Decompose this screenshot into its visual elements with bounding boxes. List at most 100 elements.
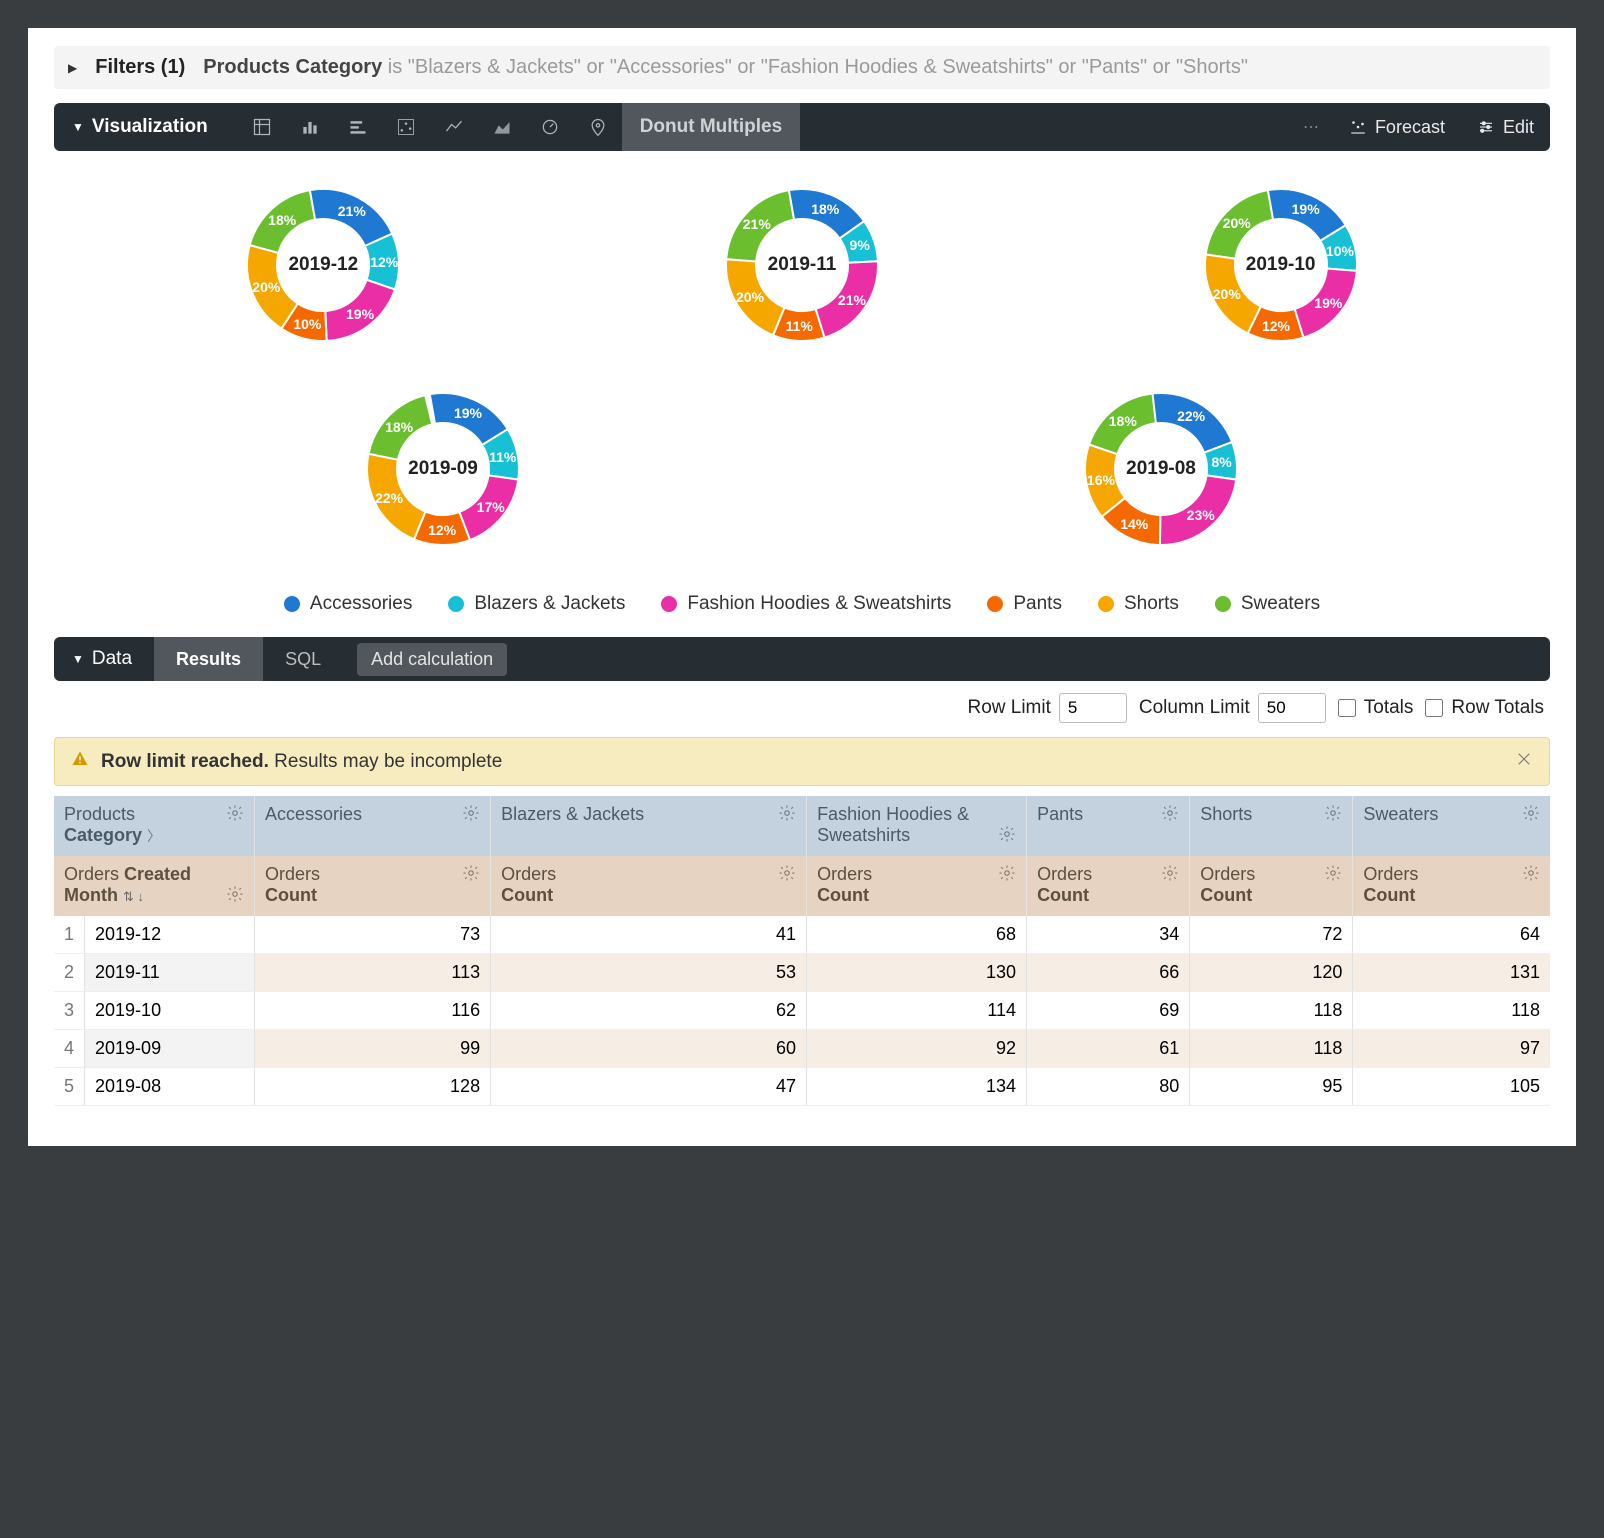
legend-item[interactable]: Blazers & Jackets xyxy=(448,593,625,615)
edit-button[interactable]: Edit xyxy=(1461,117,1550,138)
gear-icon[interactable] xyxy=(998,864,1016,887)
donut-center-label: 2019-10 xyxy=(1246,254,1316,276)
cell-value[interactable]: 99 xyxy=(255,1030,491,1068)
cell-value[interactable]: 128 xyxy=(255,1068,491,1106)
gear-icon[interactable] xyxy=(1522,804,1540,827)
more-icon[interactable]: ⋯ xyxy=(1289,117,1333,137)
table-chart-icon[interactable] xyxy=(238,103,286,151)
measure-header[interactable]: OrdersCount xyxy=(1353,856,1550,916)
slice-pct-label: 19% xyxy=(454,405,482,421)
gear-icon[interactable] xyxy=(462,864,480,887)
column-header[interactable]: Pants xyxy=(1027,796,1190,856)
measure-header[interactable]: OrdersCount xyxy=(807,856,1027,916)
cell-value[interactable]: 95 xyxy=(1190,1068,1353,1106)
pivot-header[interactable]: ProductsCategory 〉 xyxy=(54,796,255,856)
cell-value[interactable]: 113 xyxy=(255,954,491,992)
column-header[interactable]: Sweaters xyxy=(1353,796,1550,856)
slice-pct-label: 21% xyxy=(838,292,866,308)
cell-value[interactable]: 92 xyxy=(807,1030,1027,1068)
add-calculation-button[interactable]: Add calculation xyxy=(357,643,507,676)
legend-item[interactable]: Shorts xyxy=(1098,593,1179,615)
cell-value[interactable]: 34 xyxy=(1027,916,1190,954)
cell-value[interactable]: 131 xyxy=(1353,954,1550,992)
caret-down-icon[interactable]: ▼ xyxy=(54,120,92,134)
gear-icon[interactable] xyxy=(998,825,1016,848)
measure-header[interactable]: OrdersCount xyxy=(491,856,807,916)
gauge-chart-icon[interactable] xyxy=(526,103,574,151)
cell-value[interactable]: 118 xyxy=(1190,1030,1353,1068)
measure-header[interactable]: OrdersCount xyxy=(1027,856,1190,916)
row-month[interactable]: 2019-10 xyxy=(85,992,255,1030)
cell-value[interactable]: 134 xyxy=(807,1068,1027,1106)
cell-value[interactable]: 69 xyxy=(1027,992,1190,1030)
row-month[interactable]: 2019-09 xyxy=(85,1030,255,1068)
scatter-chart-icon[interactable] xyxy=(382,103,430,151)
column-header[interactable]: Accessories xyxy=(255,796,491,856)
legend-item[interactable]: Pants xyxy=(987,593,1062,615)
forecast-button[interactable]: Forecast xyxy=(1333,117,1461,138)
hbar-chart-icon[interactable] xyxy=(334,103,382,151)
filters-bar[interactable]: ▶ Filters (1) Products Category is "Blaz… xyxy=(54,46,1550,89)
row-index: 1 xyxy=(54,916,85,954)
gear-icon[interactable] xyxy=(778,804,796,827)
line-chart-icon[interactable] xyxy=(430,103,478,151)
gear-icon[interactable] xyxy=(1324,864,1342,887)
cell-value[interactable]: 68 xyxy=(807,916,1027,954)
cell-value[interactable]: 47 xyxy=(491,1068,807,1106)
data-title: Data xyxy=(92,648,154,670)
cell-value[interactable]: 130 xyxy=(807,954,1027,992)
cell-value[interactable]: 53 xyxy=(491,954,807,992)
slice-pct-label: 19% xyxy=(1314,295,1342,311)
close-icon[interactable] xyxy=(1515,750,1533,773)
cell-value[interactable]: 66 xyxy=(1027,954,1190,992)
cell-value[interactable]: 60 xyxy=(491,1030,807,1068)
cell-value[interactable]: 105 xyxy=(1353,1068,1550,1106)
donut-center-label: 2019-09 xyxy=(408,458,478,480)
row-month[interactable]: 2019-08 xyxy=(85,1068,255,1106)
tab-results[interactable]: Results xyxy=(154,637,263,681)
measure-header[interactable]: OrdersCount xyxy=(255,856,491,916)
cell-value[interactable]: 61 xyxy=(1027,1030,1190,1068)
row-month[interactable]: 2019-12 xyxy=(85,916,255,954)
gear-icon[interactable] xyxy=(226,804,244,827)
column-header[interactable]: Shorts xyxy=(1190,796,1353,856)
gear-icon[interactable] xyxy=(1324,804,1342,827)
row-totals-checkbox[interactable]: Row Totals xyxy=(1425,697,1544,719)
tab-sql[interactable]: SQL xyxy=(263,637,343,681)
gear-icon[interactable] xyxy=(1522,864,1540,887)
cell-value[interactable]: 116 xyxy=(255,992,491,1030)
cell-value[interactable]: 118 xyxy=(1190,992,1353,1030)
bar-chart-icon[interactable] xyxy=(286,103,334,151)
caret-down-icon[interactable]: ▼ xyxy=(54,652,92,666)
legend-item[interactable]: Sweaters xyxy=(1215,593,1320,615)
cell-value[interactable]: 118 xyxy=(1353,992,1550,1030)
cell-value[interactable]: 62 xyxy=(491,992,807,1030)
cell-value[interactable]: 41 xyxy=(491,916,807,954)
cell-value[interactable]: 64 xyxy=(1353,916,1550,954)
cell-value[interactable]: 120 xyxy=(1190,954,1353,992)
column-limit-input[interactable] xyxy=(1258,693,1326,723)
area-chart-icon[interactable] xyxy=(478,103,526,151)
gear-icon[interactable] xyxy=(1161,864,1179,887)
totals-checkbox[interactable]: Totals xyxy=(1338,697,1414,719)
legend-item[interactable]: Fashion Hoodies & Sweatshirts xyxy=(661,593,951,615)
legend-item[interactable]: Accessories xyxy=(284,593,412,615)
row-limit-input[interactable] xyxy=(1059,693,1127,723)
gear-icon[interactable] xyxy=(462,804,480,827)
cell-value[interactable]: 73 xyxy=(255,916,491,954)
cell-value[interactable]: 97 xyxy=(1353,1030,1550,1068)
map-chart-icon[interactable] xyxy=(574,103,622,151)
gear-icon[interactable] xyxy=(778,864,796,887)
cell-value[interactable]: 80 xyxy=(1027,1068,1190,1106)
row-month[interactable]: 2019-11 xyxy=(85,954,255,992)
cell-value[interactable]: 72 xyxy=(1190,916,1353,954)
cell-value[interactable]: 114 xyxy=(807,992,1027,1030)
dimension-header[interactable]: Orders Created Month ⇅ ↓ xyxy=(54,856,255,916)
column-header[interactable]: Fashion Hoodies & Sweatshirts xyxy=(807,796,1027,856)
slice-pct-label: 19% xyxy=(346,306,374,322)
chart-type-tab[interactable]: Donut Multiples xyxy=(622,103,800,151)
gear-icon[interactable] xyxy=(1161,804,1179,827)
column-header[interactable]: Blazers & Jackets xyxy=(491,796,807,856)
measure-header[interactable]: OrdersCount xyxy=(1190,856,1353,916)
gear-icon[interactable] xyxy=(226,885,244,908)
